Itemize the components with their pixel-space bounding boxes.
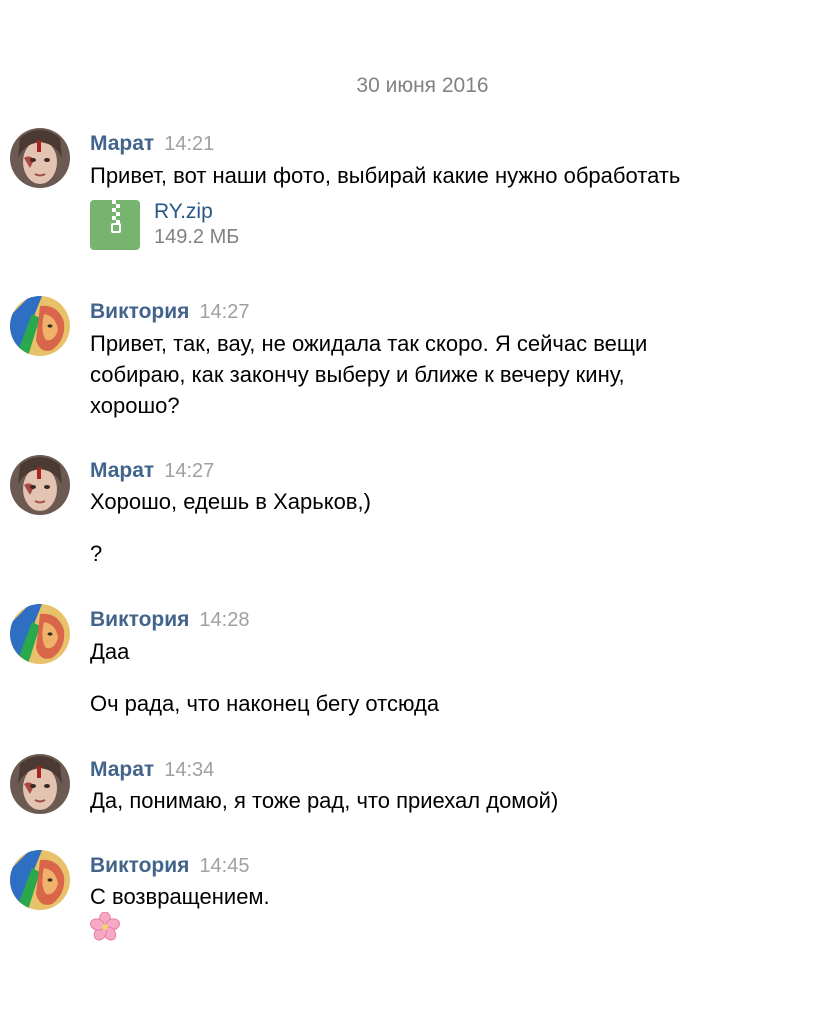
message-time[interactable]: 14:21: [164, 133, 214, 155]
message-group: Марат 14:34 Да, понимаю, я тоже рад, что …: [0, 754, 819, 824]
avatar-marat-image: [10, 128, 70, 188]
message-header: Марат 14:27: [90, 459, 214, 483]
message-text: Да, понимаю, я тоже рад, что приехал дом…: [90, 788, 559, 813]
message-group: Виктория 14:27 Привет, так, вау, не ожида…: [0, 296, 819, 426]
message-group: Виктория 14:45 С возвращением.: [0, 850, 819, 950]
avatar-viktoria[interactable]: [10, 850, 70, 910]
message-group: Марат 14:21 Привет, вот наши фото, выбира…: [0, 128, 819, 258]
message-text: Оч рада, что наконец бегу отсюда: [90, 691, 440, 716]
message-text: хорошо?: [90, 393, 180, 418]
zip-archive-icon: [90, 200, 140, 250]
date-separator: 30 июня 2016: [356, 74, 489, 97]
avatar-viktoria-image: [10, 296, 70, 356]
message-group: Марат 14:27 Хорошо, едешь в Харьков,) ?: [0, 455, 819, 575]
message-text: С возвращением.: [90, 884, 270, 909]
avatar-marat-image: [10, 455, 70, 515]
message-text: Даа: [90, 639, 130, 664]
message-time[interactable]: 14:27: [164, 460, 214, 482]
message-time[interactable]: 14:34: [164, 759, 214, 781]
message-time[interactable]: 14:27: [199, 301, 249, 323]
message-time[interactable]: 14:45: [199, 855, 249, 877]
author-name[interactable]: Марат: [90, 459, 154, 482]
message-text: Хорошо, едешь в Харьков,): [90, 489, 371, 514]
file-name-link[interactable]: RY.zip: [154, 200, 213, 224]
author-name[interactable]: Виктория: [90, 300, 189, 323]
message-header: Марат 14:21: [90, 132, 214, 156]
avatar-marat[interactable]: [10, 128, 70, 188]
message-header: Виктория 14:28: [90, 608, 249, 632]
message-text: ?: [90, 541, 103, 566]
message-text: Привет, вот наши фото, выбирай какие нуж…: [90, 163, 681, 188]
avatar-viktoria-image: [10, 850, 70, 910]
avatar-viktoria-image: [10, 604, 70, 664]
avatar-viktoria[interactable]: [10, 604, 70, 664]
message-group: Виктория 14:28 Даа Оч рада, что наконец б…: [0, 604, 819, 724]
message-text: собираю, как закончу выберу и ближе к ве…: [90, 362, 625, 387]
message-header: Виктория 14:45: [90, 854, 249, 878]
file-attachment[interactable]: RY.zip 149.2 МБ: [90, 200, 390, 254]
avatar-viktoria[interactable]: [10, 296, 70, 356]
message-header: Виктория 14:27: [90, 300, 249, 324]
cherry-blossom-icon: [90, 911, 120, 942]
file-size: 149.2 МБ: [154, 226, 240, 248]
message-header: Марат 14:34: [90, 758, 214, 782]
message-text: Привет, так, вау, не ожидала так скоро. …: [90, 331, 648, 356]
avatar-marat-image: [10, 754, 70, 814]
author-name[interactable]: Виктория: [90, 854, 189, 877]
author-name[interactable]: Виктория: [90, 608, 189, 631]
author-name[interactable]: Марат: [90, 758, 154, 781]
avatar-marat[interactable]: [10, 754, 70, 814]
message-time[interactable]: 14:28: [199, 609, 249, 631]
author-name[interactable]: Марат: [90, 132, 154, 155]
avatar-marat[interactable]: [10, 455, 70, 515]
